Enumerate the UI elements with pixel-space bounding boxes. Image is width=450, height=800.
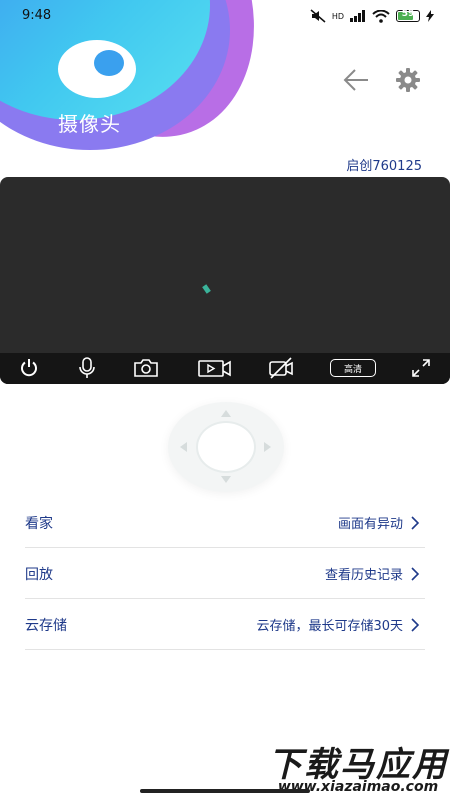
camera-logo-icon	[58, 40, 136, 98]
signal-icon	[350, 10, 365, 22]
device-name: 启创760125	[346, 159, 422, 174]
ptz-control-pad[interactable]	[168, 402, 284, 492]
record-button[interactable]	[198, 357, 232, 379]
fullscreen-button[interactable]	[409, 357, 433, 379]
microphone-icon	[79, 357, 95, 378]
video-off-icon	[269, 357, 293, 379]
list-item-playback[interactable]: 回放 查看历史记录	[25, 549, 425, 599]
page-title: 摄像头	[58, 112, 121, 136]
list-item-value: 查看历史记录	[324, 568, 403, 583]
video-player[interactable]: 高清	[0, 177, 450, 384]
arrow-left-icon[interactable]	[342, 66, 370, 94]
status-bar: 9:48 HD 59	[0, 0, 450, 32]
ptz-down-icon[interactable]	[221, 476, 231, 483]
ptz-up-icon[interactable]	[221, 410, 231, 417]
chevron-right-icon	[411, 567, 420, 581]
status-icons: HD 59	[310, 8, 434, 24]
watermark: 下载马应用 www.xiazaimao.com	[268, 735, 448, 797]
list-item-value: 画面有异动	[337, 517, 403, 532]
microphone-button[interactable]	[75, 357, 99, 379]
network-label: HD	[331, 11, 344, 21]
video-off-button[interactable]	[267, 357, 295, 379]
ptz-left-icon[interactable]	[180, 442, 187, 452]
video-record-icon	[198, 360, 231, 377]
camera-icon	[134, 359, 158, 377]
loading-indicator	[202, 284, 211, 294]
list-item-home-guard[interactable]: 看家 画面有异动	[25, 498, 425, 548]
power-icon	[21, 359, 37, 377]
chevron-right-icon	[411, 618, 420, 632]
power-button[interactable]	[17, 357, 41, 379]
chevron-right-icon	[411, 516, 420, 530]
list-item-label: 回放	[25, 567, 53, 583]
mute-icon	[310, 9, 326, 23]
fullscreen-icon	[412, 359, 430, 377]
home-indicator[interactable]	[140, 789, 310, 793]
battery-level: 59	[401, 9, 415, 19]
list-item-value: 云存储，最长可存储30天	[256, 619, 403, 634]
quality-toggle-button[interactable]: 高清	[330, 359, 376, 377]
charging-icon	[426, 10, 434, 22]
status-time: 9:48	[22, 8, 52, 23]
list-item-label: 云存储	[25, 618, 67, 634]
snapshot-button[interactable]	[132, 357, 160, 379]
ptz-right-icon[interactable]	[264, 442, 271, 452]
gear-icon[interactable]	[396, 68, 420, 92]
battery-icon: 59	[396, 9, 420, 22]
list-item-label: 看家	[25, 516, 53, 532]
ptz-center-button[interactable]	[196, 421, 256, 473]
video-toolbar: 高清	[0, 353, 450, 384]
list-item-cloud-storage[interactable]: 云存储 云存储，最长可存储30天	[25, 600, 425, 650]
wifi-icon	[372, 9, 390, 23]
